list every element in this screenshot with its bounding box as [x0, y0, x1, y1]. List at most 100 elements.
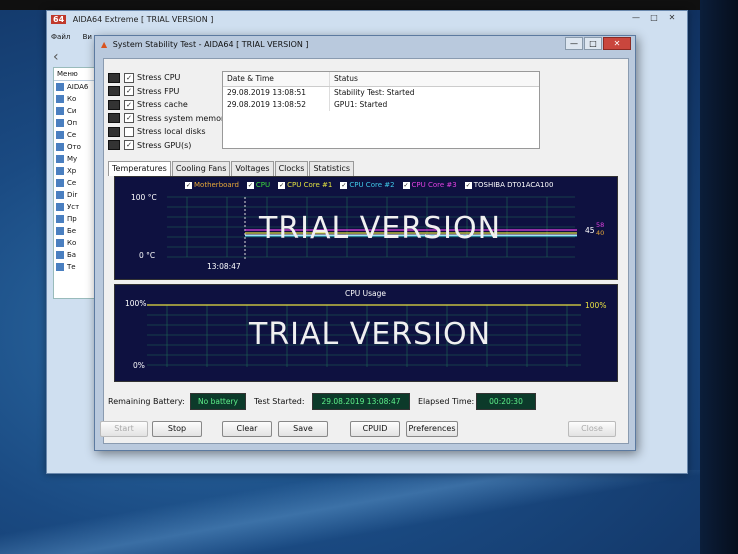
- sidebar-item[interactable]: AIDA6: [54, 81, 98, 93]
- stress-checkbox[interactable]: ✓: [124, 72, 134, 83]
- temperature-graph: ✓ Motherboard ✓ CPU ✓ CPU Core #1 ✓ CPU Core #2…: [114, 176, 618, 280]
- log-row[interactable]: 29.08.2019 13:08:51 Stability Test: Start…: [223, 87, 539, 99]
- sidebar-item-label: Му: [67, 155, 78, 163]
- sidebar-item[interactable]: Ба: [54, 249, 98, 261]
- sidebar-item[interactable]: Уст: [54, 201, 98, 213]
- tab-clocks[interactable]: Clocks: [274, 161, 309, 176]
- tab-cooling-fans[interactable]: Cooling Fans: [171, 161, 231, 176]
- main-maximize-button[interactable]: □: [645, 13, 663, 23]
- category-icon: [56, 227, 64, 235]
- sidebar-item[interactable]: Му: [54, 153, 98, 165]
- stress-options: ✓ Stress CPU ✓ Stress FPU ✓ Stress cache ✓ Stre…: [108, 71, 229, 152]
- sidebar-item[interactable]: Оп: [54, 117, 98, 129]
- category-icon: [56, 155, 64, 163]
- cpuid-button[interactable]: CPUID: [350, 421, 400, 437]
- dialog-maximize-button[interactable]: □: [584, 37, 602, 50]
- stop-button[interactable]: Stop: [152, 421, 202, 437]
- stress-option-row[interactable]: ✓ Stress GPU(s): [108, 139, 229, 153]
- stress-checkbox[interactable]: ✓: [124, 140, 134, 151]
- sidebar-item-label: Ото: [67, 143, 81, 151]
- sidebar-item[interactable]: Си: [54, 105, 98, 117]
- stress-option-row[interactable]: ✓ Stress FPU: [108, 85, 229, 99]
- sidebar-item-label: Ко: [67, 95, 77, 103]
- button-row: Start Stop Clear Save CPUID Preferences …: [100, 421, 628, 439]
- sidebar-item-label: Dir: [67, 191, 78, 199]
- stress-option-label: Stress FPU: [137, 86, 180, 96]
- stress-option-label: Stress local disks: [137, 127, 206, 137]
- elapsed-time-value: 00:20:30: [476, 393, 536, 410]
- stress-checkbox[interactable]: [124, 126, 134, 137]
- main-window-title: 64 AIDA64 Extreme [ TRIAL VERSION ]: [51, 15, 213, 24]
- sidebar-item-label: Те: [67, 263, 76, 271]
- cpu-usage-graph: CPU Usage 100% 0% 100% TRIAL VERSION: [114, 284, 618, 382]
- stress-option-row[interactable]: ✓ Stress cache: [108, 98, 229, 112]
- stress-checkbox[interactable]: ✓: [124, 86, 134, 97]
- sidebar-tab-menu[interactable]: Меню: [54, 68, 98, 81]
- sidebar-item[interactable]: Хр: [54, 165, 98, 177]
- stress-option-row[interactable]: Stress local disks: [108, 125, 229, 139]
- menu-file[interactable]: Файл: [51, 33, 70, 41]
- main-window-title-text: AIDA64 Extreme [ TRIAL VERSION ]: [72, 15, 214, 24]
- col-datetime[interactable]: Date & Time: [223, 72, 330, 86]
- cpu-icon: [108, 72, 120, 83]
- stability-test-dialog: ▲ System Stability Test - AIDA64 [ TRIAL…: [94, 35, 636, 451]
- sidebar-item-label: Хр: [67, 167, 77, 175]
- category-icon: [56, 95, 64, 103]
- gpu-icon: [108, 140, 120, 151]
- category-icon: [56, 119, 64, 127]
- log-row[interactable]: 29.08.2019 13:08:52 GPU1: Started: [223, 99, 539, 111]
- nav-arrows: ‹: [53, 49, 59, 65]
- start-button[interactable]: Start: [100, 421, 148, 437]
- stress-option-label: Stress GPU(s): [137, 140, 192, 150]
- tab-temperatures[interactable]: Temperatures: [108, 161, 171, 176]
- dialog-close-button[interactable]: ✕: [603, 37, 631, 50]
- cpu-usage-value: 100%: [585, 301, 607, 310]
- temp-value-40: 40: [596, 229, 605, 237]
- temp-value-58: 58: [596, 221, 605, 229]
- status-row: Remaining Battery: No battery Test Start…: [104, 392, 628, 412]
- sidebar-item-label: Уст: [67, 203, 80, 211]
- log-status: GPU1: Started: [334, 100, 388, 109]
- back-arrow-icon[interactable]: ‹: [53, 49, 59, 65]
- sidebar-item[interactable]: Бе: [54, 225, 98, 237]
- tab-voltages[interactable]: Voltages: [231, 161, 274, 176]
- sidebar-item-label: Се: [67, 131, 77, 139]
- sidebar-item[interactable]: Ко: [54, 93, 98, 105]
- sidebar-item-label: Си: [67, 107, 77, 115]
- sidebar-item[interactable]: Се: [54, 129, 98, 141]
- stress-option-row[interactable]: ✓ Stress system memory: [108, 112, 229, 126]
- sidebar-item[interactable]: Се: [54, 177, 98, 189]
- save-button[interactable]: Save: [278, 421, 328, 437]
- desktop-wallpaper: [0, 470, 738, 554]
- disk-icon: [108, 126, 120, 137]
- stress-option-row[interactable]: ✓ Stress CPU: [108, 71, 229, 85]
- sidebar-item[interactable]: Ко: [54, 237, 98, 249]
- sidebar-item[interactable]: Те: [54, 261, 98, 273]
- dialog-title: ▲ System Stability Test - AIDA64 [ TRIAL…: [101, 40, 309, 49]
- tab-statistics[interactable]: Statistics: [309, 161, 355, 176]
- category-icon: [56, 83, 64, 91]
- trial-watermark-temp: TRIAL VERSION: [259, 211, 502, 246]
- menu-view[interactable]: Ви: [83, 33, 92, 41]
- sidebar-item-label: Бе: [67, 227, 77, 235]
- main-close-button[interactable]: ✕: [663, 13, 681, 23]
- preferences-button[interactable]: Preferences: [406, 421, 458, 437]
- close-button[interactable]: Close: [568, 421, 616, 437]
- col-status[interactable]: Status: [330, 72, 539, 86]
- sidebar-item[interactable]: Dir: [54, 189, 98, 201]
- main-minimize-button[interactable]: —: [627, 13, 645, 23]
- log-table: Date & Time Status 29.08.2019 13:08:51 St…: [222, 71, 540, 149]
- battery-value: No battery: [190, 393, 246, 410]
- clear-button[interactable]: Clear: [222, 421, 272, 437]
- category-icon: [56, 215, 64, 223]
- dialog-title-text: System Stability Test - AIDA64 [ TRIAL V…: [112, 40, 309, 49]
- sidebar-item[interactable]: Ото: [54, 141, 98, 153]
- battery-label: Remaining Battery:: [108, 397, 185, 406]
- sidebar-item[interactable]: Пр: [54, 213, 98, 225]
- sidebar-item-label: Пр: [67, 215, 77, 223]
- cache-icon: [108, 99, 120, 110]
- dialog-minimize-button[interactable]: —: [565, 37, 583, 50]
- main-window-controls: — □ ✕: [627, 13, 681, 23]
- stress-checkbox[interactable]: ✓: [124, 99, 134, 110]
- stress-checkbox[interactable]: ✓: [124, 113, 134, 124]
